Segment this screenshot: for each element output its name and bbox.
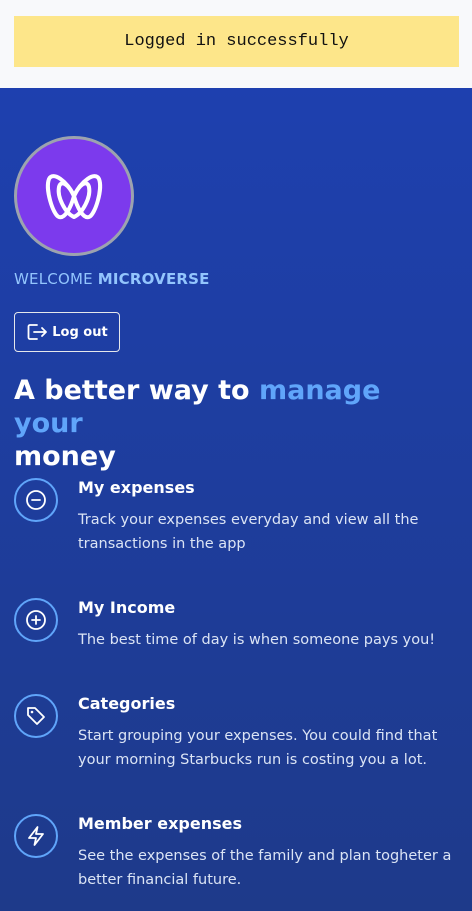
feature-title: Categories — [78, 694, 176, 713]
tag-icon — [27, 707, 45, 725]
feature-description: See the expenses of the family and plan … — [78, 848, 452, 888]
welcome-username: MICROVERSE — [97, 270, 210, 288]
microverse-logo-icon — [46, 174, 102, 220]
feature-title: My expenses — [78, 478, 195, 497]
notice-area: Logged in successfully — [0, 0, 472, 88]
feature-title: My Income — [78, 598, 176, 617]
welcome-text: WELCOME MICROVERSE — [14, 270, 210, 288]
feature-icon-wrap — [14, 598, 58, 642]
plus-circle-icon — [26, 610, 46, 630]
lightning-icon — [28, 826, 44, 846]
feature-icon-wrap — [14, 694, 58, 738]
headline-part1: A better way to — [14, 375, 259, 406]
logout-label: Log out — [52, 324, 108, 340]
headline-part2: money — [14, 441, 116, 472]
feature-icon-wrap — [14, 814, 58, 858]
hero-section: WELCOME MICROVERSE Log out A better way … — [0, 88, 472, 911]
avatar — [14, 136, 134, 256]
feature-icon-wrap — [14, 478, 58, 522]
success-notice: Logged in successfully — [14, 16, 459, 67]
feature-description: Start grouping your expenses. You could … — [78, 728, 438, 768]
feature-title: Member expenses — [78, 814, 242, 833]
minus-circle-icon — [26, 490, 46, 510]
feature-description: Track your expenses everyday and view al… — [78, 512, 419, 552]
feature-description: The best time of day is when someone pay… — [78, 632, 436, 648]
logout-icon — [27, 324, 48, 340]
page-headline: A better way to manage your money — [14, 374, 454, 473]
logout-button[interactable]: Log out — [14, 312, 120, 352]
welcome-prefix: WELCOME — [14, 270, 93, 288]
